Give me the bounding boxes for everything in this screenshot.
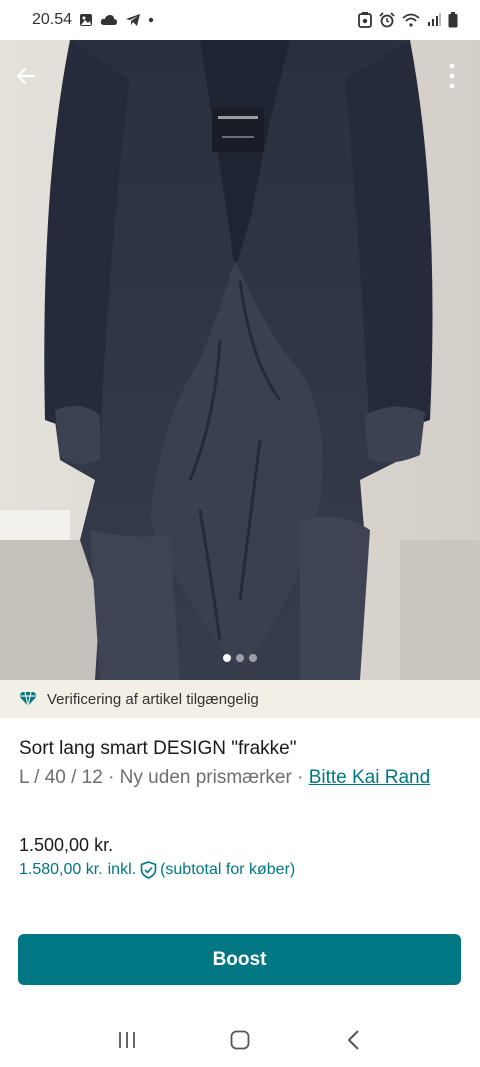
telegram-icon: [126, 14, 141, 26]
carousel-indicator: [0, 654, 480, 662]
carousel-dot[interactable]: [236, 654, 244, 662]
more-options-button[interactable]: [434, 58, 470, 94]
item-attributes: L / 40 / 12 · Ny uden prismærker ·: [19, 767, 309, 788]
status-left: 20.54: [32, 11, 154, 29]
product-photo: [0, 40, 480, 680]
arrow-left-icon: [16, 67, 36, 85]
back-icon: [348, 1029, 360, 1050]
recent-apps-button[interactable]: [107, 1020, 147, 1060]
status-bar: 20.54: [0, 0, 480, 40]
product-photo-carousel[interactable]: [0, 40, 480, 680]
carousel-dot[interactable]: [249, 654, 257, 662]
item-title: Sort lang smart DESIGN "frakke": [19, 738, 297, 759]
signal-icon: [428, 13, 441, 26]
home-button[interactable]: [220, 1020, 260, 1060]
recent-apps-icon: [118, 1031, 135, 1048]
more-vertical-icon: [449, 63, 455, 89]
shield-check-icon: [140, 861, 157, 879]
status-time: 20.54: [32, 11, 73, 28]
boost-button[interactable]: Boost: [18, 934, 461, 985]
system-navigation-bar: [0, 1012, 480, 1067]
carousel-dot[interactable]: [223, 654, 231, 662]
nfc-icon: [358, 12, 372, 28]
back-button[interactable]: [8, 58, 44, 94]
verification-text: Verificering af artikel tilgængelig: [47, 690, 259, 708]
diamond-icon: [19, 691, 37, 707]
brand-link[interactable]: Bitte Kai Rand: [309, 767, 430, 788]
cloud-icon: [100, 15, 118, 25]
image-icon: [80, 14, 93, 26]
item-price: 1.500,00 kr.: [19, 835, 114, 855]
buyer-price-incl-label: inkl.: [107, 861, 137, 878]
verification-banner[interactable]: Verificering af artikel tilgængelig: [0, 680, 480, 718]
alarm-icon: [379, 12, 395, 28]
wifi-icon: [402, 13, 420, 27]
battery-icon: [448, 12, 458, 28]
buyer-price-amount: 1.580,00 kr.: [19, 861, 103, 878]
buyer-price-info[interactable]: 1.580,00 kr. inkl. (subtotal for køber): [19, 861, 295, 879]
buyer-price-suffix: (subtotal for køber): [160, 861, 296, 878]
home-icon: [230, 1030, 250, 1049]
system-back-button[interactable]: [333, 1020, 373, 1060]
dot-icon: [148, 17, 154, 23]
item-meta: L / 40 / 12 · Ny uden prismærker · Bitte…: [19, 765, 459, 790]
status-right: [358, 12, 458, 28]
